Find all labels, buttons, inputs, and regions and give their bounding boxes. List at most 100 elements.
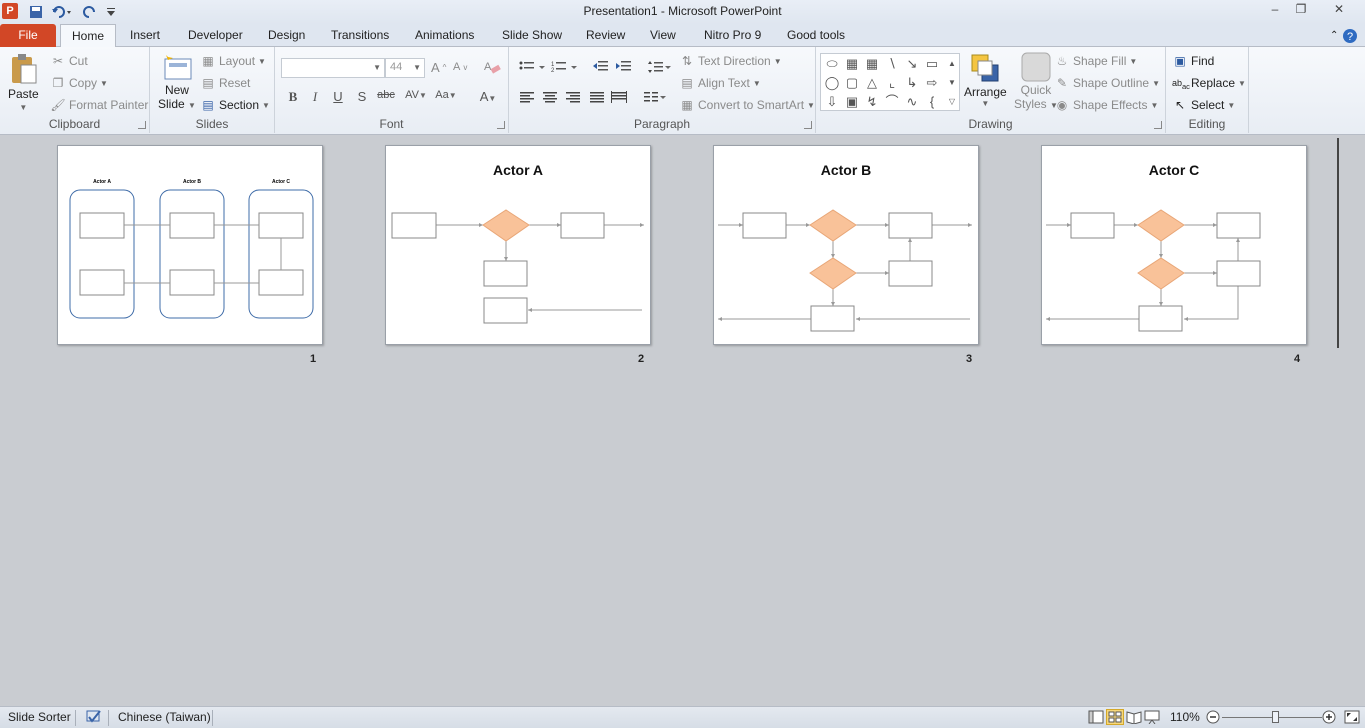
- line-shape-icon[interactable]: ∖: [883, 56, 901, 72]
- new-slide-button[interactable]: New Slide ▼: [158, 53, 196, 111]
- arrange-button[interactable]: Arrange ▼: [964, 51, 1007, 108]
- cut-button[interactable]: ✂ Cut: [50, 53, 88, 69]
- lightning-shape-icon[interactable]: ↯: [863, 94, 881, 110]
- gallery-more-icon[interactable]: ▽: [943, 94, 961, 110]
- font-size-combo[interactable]: 44 ▼: [385, 58, 425, 78]
- minimize-icon[interactable]: –: [1262, 1, 1288, 19]
- character-spacing-icon[interactable]: AV▼: [403, 89, 429, 101]
- close-icon[interactable]: ✕: [1326, 1, 1352, 19]
- shape-effects-button[interactable]: ◉ Shape Effects ▼: [1054, 97, 1159, 113]
- shape-outline-button[interactable]: ✎ Shape Outline ▼: [1054, 75, 1160, 91]
- elbow-connector-shape-icon[interactable]: ⌞: [883, 75, 901, 91]
- paste-button[interactable]: Paste ▼: [8, 53, 39, 112]
- find-button[interactable]: ▣ Find: [1172, 53, 1214, 69]
- tab-good-tools[interactable]: Good tools: [779, 24, 853, 47]
- zoom-out-icon[interactable]: [1206, 710, 1220, 727]
- zoom-in-icon[interactable]: [1322, 710, 1336, 727]
- underline-icon[interactable]: U: [328, 89, 348, 104]
- select-button[interactable]: ↖ Select ▼: [1172, 97, 1235, 113]
- textbox-shape-icon[interactable]: ▦: [843, 56, 861, 72]
- gallery-down-icon[interactable]: ▼: [943, 75, 961, 91]
- tab-design[interactable]: Design: [260, 24, 313, 47]
- vertical-textbox-shape-icon[interactable]: ▦: [863, 56, 881, 72]
- font-name-combo[interactable]: ▼: [281, 58, 385, 78]
- reset-button[interactable]: ▤ Reset: [200, 75, 250, 91]
- arrow-line-shape-icon[interactable]: ↘: [903, 56, 921, 72]
- callout-shape-icon[interactable]: ▣: [843, 94, 861, 110]
- slide-thumbnail-1[interactable]: Actor A Actor B Actor C: [57, 145, 323, 345]
- shapes-gallery[interactable]: ⬭ ▦ ▦ ∖ ↘ ▭ ◯ ▢ △ ⌞ ↳ ⇨ ⇩ ▣ ↯ ⌒ ∿ { ▲ ▼ …: [820, 53, 960, 111]
- help-icon[interactable]: ?: [1342, 24, 1358, 47]
- right-arrow-shape-icon[interactable]: ⇨: [923, 75, 941, 91]
- grow-font-icon[interactable]: A ^: [431, 60, 446, 75]
- align-left-icon[interactable]: [519, 91, 535, 103]
- curve-shape-icon[interactable]: ∿: [903, 94, 921, 110]
- elbow-arrow-shape-icon[interactable]: ↳: [903, 75, 921, 91]
- triangle-shape-icon[interactable]: △: [863, 75, 881, 91]
- clipboard-launcher-icon[interactable]: [138, 121, 146, 129]
- tab-review[interactable]: Review: [578, 24, 633, 47]
- gallery-up-icon[interactable]: ▲: [943, 56, 961, 72]
- bold-icon[interactable]: B: [283, 89, 303, 105]
- slide-show-view-icon[interactable]: [1144, 710, 1160, 727]
- align-center-icon[interactable]: [542, 91, 558, 103]
- tab-file[interactable]: File: [0, 24, 56, 47]
- shape-fill-button[interactable]: ♨ Shape Fill ▼: [1054, 53, 1138, 69]
- align-right-icon[interactable]: [565, 91, 581, 103]
- paragraph-launcher-icon[interactable]: [804, 121, 812, 129]
- italic-icon[interactable]: I: [305, 89, 325, 105]
- change-case-icon[interactable]: Aa▼: [433, 89, 459, 101]
- language-indicator[interactable]: Chinese (Taiwan): [118, 710, 211, 724]
- tab-animations[interactable]: Animations: [407, 24, 482, 47]
- arc-shape-icon[interactable]: ⌒: [883, 94, 901, 110]
- replace-button[interactable]: abac Replace ▼: [1172, 75, 1246, 91]
- decrease-indent-icon[interactable]: [593, 60, 609, 74]
- layout-button[interactable]: ▦ Layout ▼: [200, 53, 266, 69]
- slide-thumbnail-4[interactable]: Actor C: [1041, 145, 1307, 345]
- tab-nitro-pro[interactable]: Nitro Pro 9: [696, 24, 769, 47]
- tab-insert[interactable]: Insert: [122, 24, 168, 47]
- justify-icon[interactable]: [589, 91, 605, 103]
- font-launcher-icon[interactable]: [497, 121, 505, 129]
- clear-formatting-icon[interactable]: A: [483, 59, 501, 75]
- zoom-slider-thumb[interactable]: [1272, 711, 1279, 723]
- columns-icon[interactable]: [643, 91, 667, 103]
- drawing-launcher-icon[interactable]: [1154, 121, 1162, 129]
- rectangle-shape-icon[interactable]: ▭: [923, 56, 941, 72]
- line-spacing-icon[interactable]: [648, 60, 672, 74]
- tab-home[interactable]: Home: [60, 24, 116, 48]
- format-painter-button[interactable]: 🖌 Format Painter: [50, 97, 148, 113]
- zoom-level[interactable]: 110%: [1170, 710, 1200, 724]
- increase-indent-icon[interactable]: [616, 60, 632, 74]
- tab-developer[interactable]: Developer: [180, 24, 251, 47]
- paste-dropdown-icon[interactable]: ▼: [19, 103, 27, 112]
- reading-view-icon[interactable]: [1126, 710, 1142, 727]
- spelling-check-icon[interactable]: [84, 709, 104, 728]
- oval-shape-icon[interactable]: ⬭: [823, 56, 841, 72]
- tab-view[interactable]: View: [642, 24, 684, 47]
- text-direction-button[interactable]: ⇅ Text Direction ▼: [679, 53, 782, 69]
- restore-icon[interactable]: ❐: [1288, 1, 1314, 19]
- numbering-icon[interactable]: 12: [551, 60, 579, 74]
- slide-thumbnail-3[interactable]: Actor B: [713, 145, 979, 345]
- tab-slide-show[interactable]: Slide Show: [494, 24, 570, 47]
- copy-button[interactable]: ❐ Copy ▼: [50, 75, 108, 91]
- section-button[interactable]: ▤ Section ▼: [200, 97, 270, 113]
- align-text-button[interactable]: ▤ Align Text ▼: [679, 75, 760, 91]
- tab-transitions[interactable]: Transitions: [323, 24, 397, 47]
- down-arrow-shape-icon[interactable]: ⇩: [823, 94, 841, 110]
- font-color-icon[interactable]: A▼: [475, 89, 501, 104]
- quick-styles-button[interactable]: Quick Styles ▼: [1014, 51, 1058, 111]
- slide-thumbnail-2[interactable]: Actor A: [385, 145, 651, 345]
- text-shadow-icon[interactable]: S: [352, 89, 372, 104]
- slide-sorter-view-icon[interactable]: [1106, 709, 1124, 725]
- distributed-icon[interactable]: [611, 91, 627, 103]
- fit-to-window-icon[interactable]: [1344, 710, 1360, 727]
- strikethrough-icon[interactable]: abc: [375, 89, 397, 101]
- rounded-rect-shape-icon[interactable]: ▢: [843, 75, 861, 91]
- bullets-icon[interactable]: [519, 60, 547, 74]
- convert-to-smartart-button[interactable]: ▦ Convert to SmartArt ▼: [679, 97, 815, 113]
- ellipse-shape-icon[interactable]: ◯: [823, 75, 841, 91]
- shrink-font-icon[interactable]: Av: [453, 61, 467, 73]
- brace-shape-icon[interactable]: {: [923, 94, 941, 110]
